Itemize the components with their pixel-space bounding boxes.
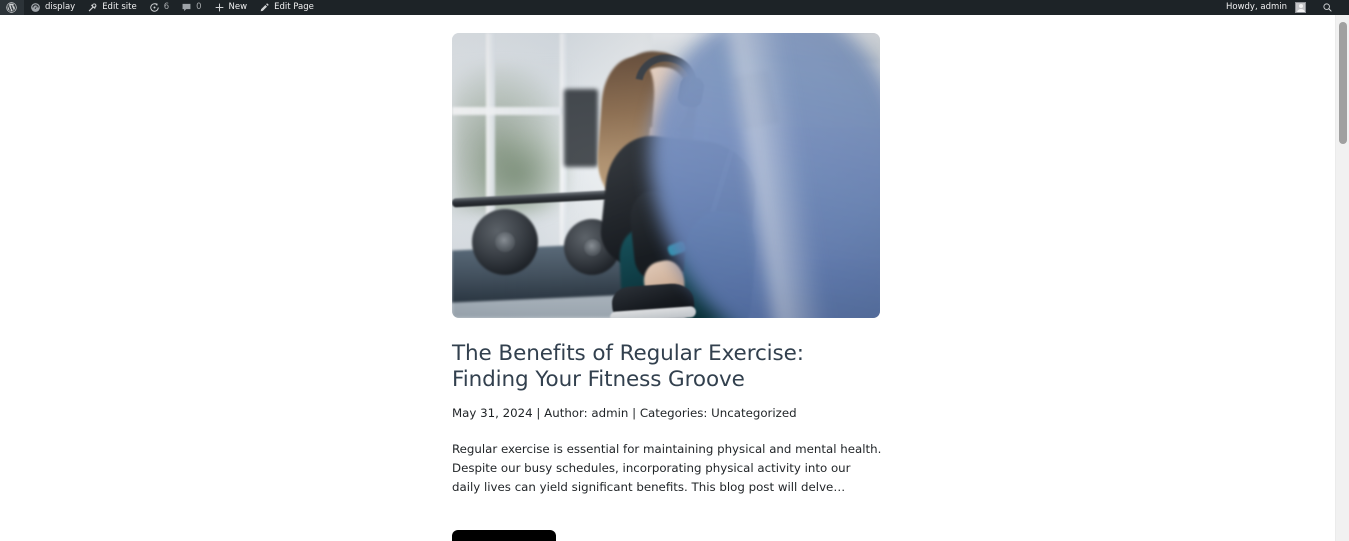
admin-bar-new-content-label: New — [228, 2, 248, 12]
admin-bar-comments[interactable]: 0 — [175, 0, 207, 15]
admin-bar-edit-site[interactable]: Edit site — [81, 0, 143, 15]
plus-icon — [214, 2, 225, 13]
admin-bar-updates-count: 6 — [163, 2, 170, 12]
image-color-grade — [452, 33, 880, 318]
admin-bar-new-content[interactable]: New — [208, 0, 254, 15]
admin-bar-wordpress-logo[interactable] — [0, 0, 24, 15]
page-scrollbar-thumb[interactable] — [1339, 22, 1347, 144]
wordpress-icon — [6, 2, 17, 13]
admin-bar-comments-count: 0 — [196, 2, 202, 12]
page-scrollbar-track[interactable] — [1335, 15, 1349, 541]
admin-bar-site-name-label: display — [45, 2, 76, 12]
post-title[interactable]: The Benefits of Regular Exercise: Findin… — [452, 341, 880, 393]
dashboard-icon — [30, 2, 41, 13]
admin-bar-greeting: Howdy, admin — [1225, 2, 1287, 12]
admin-bar-edit-site-label: Edit site — [102, 2, 137, 12]
hammer-icon — [87, 2, 98, 13]
post-excerpt: Regular exercise is essential for mainta… — [452, 441, 882, 495]
admin-bar-site-name[interactable]: display — [24, 0, 81, 15]
site-frontend-canvas: The Benefits of Regular Exercise: Findin… — [0, 15, 1334, 541]
featured-image[interactable] — [452, 33, 880, 318]
admin-bar-left-group: display Edit site 6 0 New Edit Page — [0, 0, 320, 15]
user-avatar-icon — [1295, 2, 1306, 13]
post-meta: May 31, 2024 | Author: admin | Categorie… — [452, 406, 797, 421]
admin-bar-edit-page[interactable]: Edit Page — [253, 0, 320, 15]
comment-bubble-icon — [181, 2, 192, 13]
admin-bar-search-button[interactable] — [1312, 2, 1341, 13]
search-icon — [1322, 2, 1333, 13]
pencil-icon — [259, 2, 270, 13]
read-more-button[interactable]: Read more — [452, 530, 557, 541]
update-icon — [149, 2, 160, 13]
admin-bar-edit-page-label: Edit Page — [274, 2, 314, 12]
admin-bar-my-account[interactable]: Howdy, admin — [1220, 0, 1312, 15]
wp-admin-bar: display Edit site 6 0 New Edit Page Howd… — [0, 0, 1349, 15]
admin-bar-updates[interactable]: 6 — [143, 0, 175, 15]
admin-bar-right-group: Howdy, admin — [1220, 0, 1349, 15]
post-card: The Benefits of Regular Exercise: Findin… — [452, 33, 882, 541]
